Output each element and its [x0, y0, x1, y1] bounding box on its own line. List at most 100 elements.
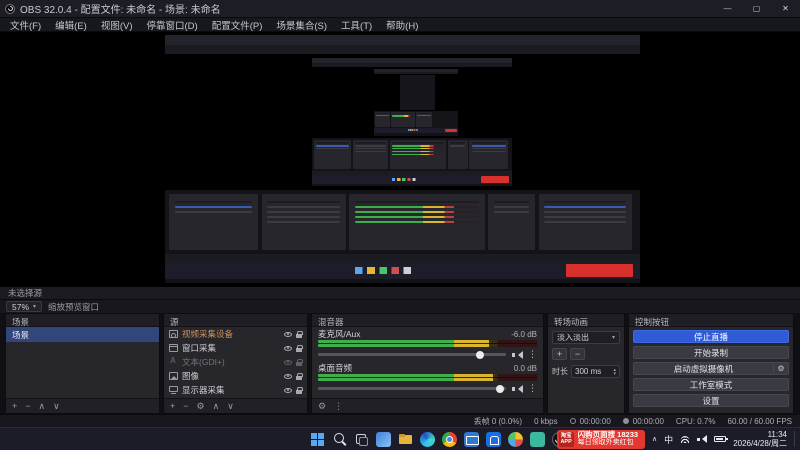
source-up-button[interactable]: ∧: [213, 401, 220, 412]
menu-edit[interactable]: 编辑(E): [48, 17, 94, 33]
preview-canvas[interactable]: [0, 32, 800, 286]
start-virtual-camera-button[interactable]: 启动虚拟摄像机: [634, 363, 773, 375]
close-button[interactable]: ✕: [771, 0, 800, 17]
studio-mode-button[interactable]: 工作室模式: [633, 378, 789, 391]
volume-slider-handle[interactable]: [496, 384, 505, 393]
preview-scale-toolbar: 57% ▾ 缩放预览窗口: [0, 299, 800, 313]
search-icon[interactable]: [332, 432, 347, 447]
transition-select[interactable]: 淡入淡出 ▾: [552, 331, 620, 344]
scene-down-button[interactable]: ∨: [53, 401, 60, 412]
menu-docks[interactable]: 停靠窗口(D): [139, 17, 204, 33]
source-properties-button[interactable]: ⚙: [197, 401, 205, 412]
add-transition-button[interactable]: +: [552, 348, 567, 360]
photos-icon[interactable]: [508, 431, 523, 447]
window-title: OBS 32.0.4 - 配置文件: 未命名 - 场景: 未命名: [20, 5, 221, 16]
speaker-icon[interactable]: [512, 350, 523, 359]
sources-panel-title: 源: [164, 314, 307, 327]
volume-meter: [318, 374, 538, 381]
remove-scene-button[interactable]: −: [25, 401, 30, 411]
source-item-image[interactable]: 图像: [164, 369, 307, 383]
tray-overflow-chevron-icon[interactable]: ∧: [652, 435, 657, 443]
start-button-icon[interactable]: [310, 432, 325, 447]
visibility-eye-icon[interactable]: [284, 387, 292, 393]
menu-profile[interactable]: 配置文件(P): [205, 17, 270, 33]
taobao-ad-notification[interactable]: 淘宝 APP 闪购页面搜 18233 每日领取外卖红包: [556, 429, 646, 449]
volume-slider[interactable]: [318, 384, 506, 393]
edge-browser-icon[interactable]: [420, 431, 435, 447]
remove-source-button[interactable]: −: [183, 401, 188, 411]
spinner-arrows-icon[interactable]: ▴ ▾: [613, 367, 616, 376]
channel-menu-icon[interactable]: ⋮: [528, 383, 537, 394]
chrome-browser-icon[interactable]: [442, 431, 457, 447]
lock-icon[interactable]: [296, 386, 303, 394]
stream-status-icon: [569, 418, 576, 424]
visibility-eye-icon[interactable]: [284, 331, 292, 337]
show-desktop-button[interactable]: [794, 431, 797, 447]
image-icon: [169, 372, 178, 380]
minimize-button[interactable]: —: [713, 0, 742, 17]
channel-name: 麦克风/Aux: [318, 329, 361, 339]
store-icon[interactable]: [486, 431, 501, 447]
start-recording-button[interactable]: 开始录制: [633, 346, 789, 359]
visibility-eye-icon[interactable]: [284, 345, 292, 351]
volume-slider-handle[interactable]: [475, 350, 484, 359]
clock-date: 2026/4/28/周二: [733, 439, 787, 448]
volume-slider[interactable]: [318, 350, 506, 359]
display-capture-content: [165, 35, 640, 283]
add-scene-button[interactable]: +: [12, 401, 17, 411]
status-bar: 丢帧 0 (0.0%) 0 kbps 00:00:00 00:00:00 CPU…: [0, 414, 800, 427]
lock-icon[interactable]: [296, 372, 303, 380]
channel-db-value: -6.0 dB: [511, 329, 537, 339]
maximize-button[interactable]: ▢: [742, 0, 771, 17]
visibility-eye-icon[interactable]: [284, 359, 292, 365]
source-down-button[interactable]: ∨: [227, 401, 234, 412]
chat-app-icon[interactable]: [530, 431, 545, 447]
taobao-logo: 淘宝 APP: [558, 431, 574, 447]
virtual-camera-settings-icon[interactable]: ⚙: [773, 364, 788, 373]
menu-file[interactable]: 文件(F): [3, 17, 48, 33]
dock-area: 场景 场景 + − ∧ ∨ 源 视频采集设备 窗口采集 A 文本(GDI+) 图…: [0, 313, 800, 414]
ime-language-indicator[interactable]: 中: [664, 433, 673, 446]
wifi-icon[interactable]: [680, 435, 691, 443]
source-item-window-capture[interactable]: 窗口采集: [164, 341, 307, 355]
source-item-video-capture[interactable]: 视频采集设备: [164, 327, 307, 341]
mail-icon[interactable]: [464, 431, 479, 447]
text-icon: [169, 356, 178, 366]
stop-streaming-button[interactable]: 停止直播: [633, 330, 789, 343]
widgets-icon[interactable]: [376, 431, 391, 447]
stream-timer: 00:00:00: [569, 417, 611, 426]
zoom-dropdown[interactable]: 57% ▾: [6, 301, 43, 312]
file-explorer-icon[interactable]: [398, 432, 413, 447]
menu-tools[interactable]: 工具(T): [334, 17, 379, 33]
scenes-panel-title: 场景: [6, 314, 159, 327]
ad-headline: 闪购页面搜 18233: [577, 430, 639, 439]
channel-name: 桌面音频: [318, 363, 353, 373]
battery-icon[interactable]: [714, 436, 729, 442]
menu-help[interactable]: 帮助(H): [379, 17, 425, 33]
menu-scene-collection[interactable]: 场景集合(S): [269, 17, 334, 33]
recursive-capture-level-2: [312, 57, 512, 186]
visibility-eye-icon[interactable]: [284, 373, 292, 379]
task-view-icon[interactable]: [354, 432, 369, 447]
transitions-panel-title: 转场动画: [548, 314, 624, 327]
channel-menu-icon[interactable]: ⋮: [528, 349, 537, 360]
scene-item-selected[interactable]: 场景: [6, 327, 159, 342]
scene-up-button[interactable]: ∧: [39, 401, 46, 412]
remove-transition-button[interactable]: −: [570, 348, 585, 360]
mixer-settings-button[interactable]: ⚙: [318, 401, 326, 412]
taskbar-clock[interactable]: 11:34 2026/4/28/周二: [733, 430, 787, 449]
lock-icon[interactable]: [296, 344, 303, 352]
settings-button[interactable]: 设置: [633, 394, 789, 407]
source-item-display-capture[interactable]: 显示器采集: [164, 383, 307, 397]
clock-time: 11:34: [767, 429, 787, 439]
volume-icon[interactable]: [697, 435, 708, 443]
windows-taskbar: 淘宝 APP 闪购页面搜 18233 每日领取外卖红包 ∧ 中 11:34 20…: [0, 427, 800, 450]
add-source-button[interactable]: +: [170, 401, 175, 411]
duration-spinbox[interactable]: 300 ms ▴ ▾: [571, 365, 620, 378]
source-item-text[interactable]: 文本(GDI+): [164, 355, 307, 369]
lock-icon[interactable]: [296, 330, 303, 338]
lock-icon[interactable]: [296, 358, 303, 366]
speaker-icon[interactable]: [512, 384, 523, 393]
mixer-menu-button[interactable]: ⋮: [334, 401, 343, 412]
menu-view[interactable]: 视图(V): [94, 17, 140, 33]
